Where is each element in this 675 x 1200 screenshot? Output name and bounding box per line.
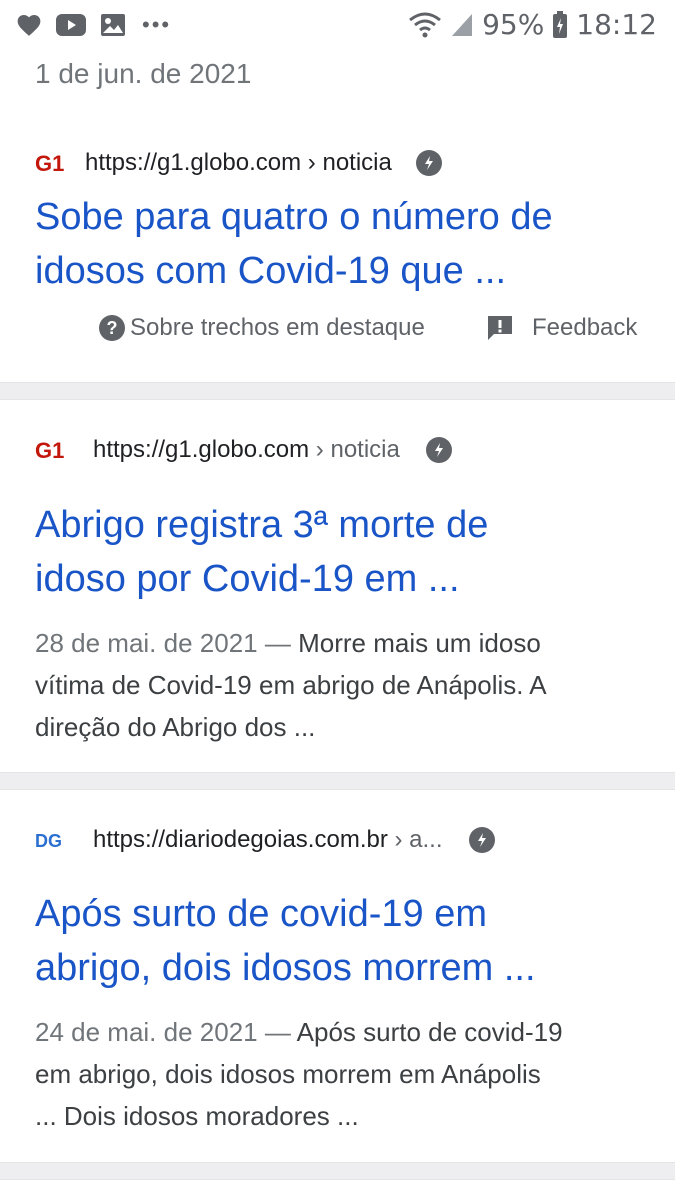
- result-3-source[interactable]: DG https://diariodegoias.com.br › a...: [35, 820, 495, 860]
- battery-icon: [553, 10, 568, 38]
- svg-text:DG: DG: [35, 831, 62, 851]
- feedback-icon: [488, 316, 512, 340]
- snippet-text: em abrigo, dois idosos morrem em Anápoli…: [35, 1059, 541, 1089]
- wifi-icon: [409, 12, 441, 37]
- more-dots-icon: •••: [142, 12, 172, 37]
- youtube-icon: [56, 14, 86, 36]
- result-2-title-line-2: idoso por Covid-19 em ...: [35, 558, 460, 600]
- heart-icon: [17, 15, 41, 36]
- gallery-icon: [101, 14, 125, 36]
- feedback-button[interactable]: Feedback: [486, 314, 637, 342]
- result-1-title-line-1: Sobe para quatro o número de: [35, 196, 553, 238]
- result-separator: [0, 772, 675, 790]
- snippet-text: Morre mais um idoso: [298, 628, 541, 658]
- amp-lightning-icon: [415, 150, 442, 176]
- dash: —: [257, 628, 299, 658]
- result-1-title[interactable]: Sobe para quatro o número de idosos com …: [35, 190, 645, 298]
- result-3-title-line-2: abrigo, dois idosos morrem ...: [35, 947, 536, 989]
- snippet-text: ... Dois idosos moradores ...: [35, 1101, 359, 1131]
- result-2-title[interactable]: Abrigo registra 3ª morte de idoso por Co…: [35, 498, 645, 606]
- result-separator: [0, 1162, 675, 1180]
- result-2-source[interactable]: G1 https://g1.globo.com › noticia: [35, 430, 452, 470]
- amp-lightning-icon: [425, 437, 452, 463]
- amp-lightning-icon: [468, 827, 495, 853]
- featured-date: 1 de jun. de 2021: [35, 58, 252, 89]
- svg-text:?: ?: [107, 318, 118, 338]
- result-2-title-line-1: Abrigo registra 3ª morte de: [35, 504, 489, 546]
- svg-text:G1: G1: [35, 439, 64, 461]
- result-3-snippet: 24 de mai. de 2021 — Após surto de covid…: [35, 1011, 645, 1137]
- signal-icon: [452, 13, 473, 36]
- result-2-date: 28 de mai. de 2021: [35, 628, 258, 658]
- snippet-text: Após surto de covid-19: [296, 1017, 563, 1047]
- dash: —: [257, 1017, 297, 1047]
- feedback-label: Feedback: [532, 314, 638, 341]
- result-3-date: 24 de mai. de 2021: [35, 1017, 258, 1047]
- result-3-title-line-1: Após surto de covid-19 em: [35, 893, 488, 935]
- diariodegoias-favicon-icon: DG: [35, 828, 73, 852]
- result-separator: [0, 382, 675, 400]
- about-label: Sobre trechos em destaque: [130, 314, 425, 341]
- result-1-source[interactable]: G1 https://g1.globo.com › noticia: [35, 143, 442, 183]
- result-3-url: https://diariodegoias.com.br › a...: [93, 826, 443, 853]
- result-1-url: https://g1.globo.com › noticia: [85, 149, 392, 176]
- svg-text:G1: G1: [35, 152, 64, 174]
- help-icon: ?: [99, 315, 125, 341]
- clock: 18:12: [576, 8, 657, 41]
- snippet-text: direção do Abrigo dos ...: [35, 712, 316, 742]
- g1-favicon-icon: G1: [35, 151, 73, 175]
- g1-favicon-icon: G1: [35, 438, 73, 462]
- result-2-snippet: 28 de mai. de 2021 — Morre mais um idoso…: [35, 622, 645, 748]
- result-2-url: https://g1.globo.com › noticia: [93, 436, 400, 463]
- about-featured-snippets-link[interactable]: ? Sobre trechos em destaque: [98, 314, 425, 342]
- result-1-title-line-2: idosos com Covid-19 que ...: [35, 250, 507, 292]
- battery-percent: 95%: [482, 8, 545, 41]
- snippet-text: vítima de Covid-19 em abrigo de Anápolis…: [35, 670, 547, 700]
- status-bar: ••• 95% 18:12: [0, 0, 675, 52]
- result-3-title[interactable]: Após surto de covid-19 em abrigo, dois i…: [35, 887, 645, 995]
